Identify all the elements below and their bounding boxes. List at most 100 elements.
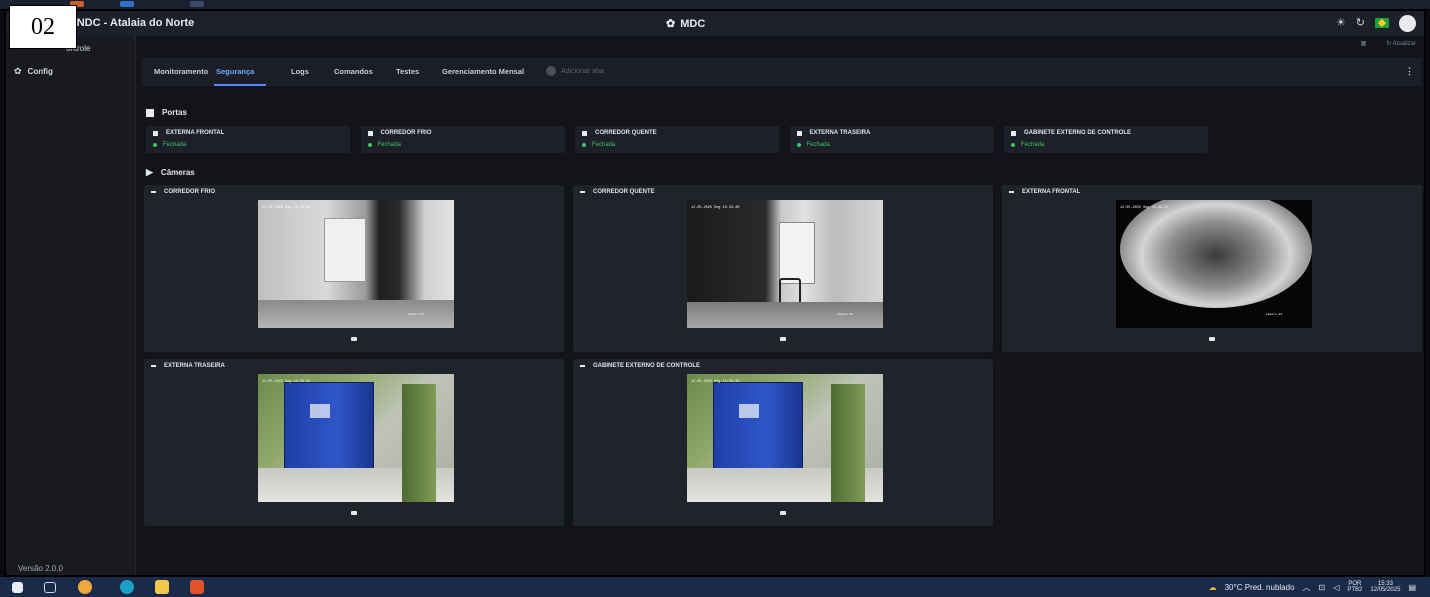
clock[interactable]: 15:33 12/05/2025: [1370, 581, 1400, 593]
camera-feed[interactable]: 12-05-2025 Seg 15:33:27 Camera 03: [1116, 200, 1312, 328]
taskbar: ☁ 30°C Pred. nublado ︿ ⊡ ◁ POR PTB2 15:33…: [0, 577, 1430, 597]
version-label: Versão 2.0.0: [18, 564, 63, 573]
language-indicator[interactable]: POR PTB2: [1347, 581, 1362, 593]
door-icon: [146, 108, 154, 117]
window-icon[interactable]: [190, 1, 204, 7]
tab-comandos[interactable]: Comandos: [334, 67, 373, 76]
more-options-icon[interactable]: ⋮: [1405, 66, 1414, 77]
tab-testes[interactable]: Testes: [396, 67, 419, 76]
door-name: GABINETE EXTERNO DE CONTROLE: [1011, 130, 1131, 136]
camera-name: GABINETE EXTERNO DE CONTROLE: [580, 363, 700, 369]
center-title-text: MDC: [680, 17, 706, 30]
theme-toggle-icon[interactable]: ☀: [1336, 14, 1346, 32]
door-status: Fechada: [367, 142, 401, 148]
volume-icon[interactable]: ◁: [1333, 583, 1339, 592]
camera-controls-icon[interactable]: [780, 337, 786, 341]
add-tab-label: Adicionar aba: [561, 67, 604, 75]
camera-timestamp: 12-05-2025 Seg 15:33:40: [691, 380, 740, 384]
refresh-label: Atualizar: [1392, 41, 1416, 47]
status-dot-icon: [796, 143, 801, 147]
grid-icon[interactable]: ▦: [1361, 40, 1367, 47]
camera-controls-icon[interactable]: [351, 337, 357, 341]
collapse-icon: [151, 191, 156, 193]
tab-logs[interactable]: Logs: [291, 67, 309, 76]
camera-card: EXTERNA FRONTAL 12-05-2025 Seg 15:33:27 Ca…: [1002, 185, 1422, 352]
camera-name: EXTERNA TRASEIRA: [151, 363, 225, 369]
door-icon: [796, 130, 802, 136]
camera-controls-icon[interactable]: [780, 511, 786, 515]
gear-icon: ✿: [14, 66, 22, 76]
camera-name: CORREDOR FRIO: [151, 189, 215, 195]
network-icon[interactable]: ⊡: [1319, 583, 1326, 592]
door-status: Fechada: [582, 142, 615, 148]
app-window: : NDC - Atalaia do Norte ✿ MDC ☀ ↻ ontro…: [4, 9, 1426, 577]
camera-timestamp: 12-05-2025 Seg 15:33:40: [262, 380, 311, 384]
door-status: Fechada: [1011, 142, 1044, 148]
browser-icon[interactable]: [120, 1, 134, 7]
reload-icon[interactable]: ↻: [1356, 14, 1365, 32]
top-toolbar: ▦ ↻ Atualizar: [1361, 40, 1416, 47]
tab-gerenciamento-mensal[interactable]: Gerenciamento Mensal: [442, 67, 524, 76]
camera-timestamp: 12-05-2025 Seg 15:33:27: [1120, 206, 1169, 210]
tab-monitoramento[interactable]: Monitoramento: [154, 67, 208, 76]
camera-card: EXTERNA TRASEIRA 12-05-2025 Seg 15:33:40: [144, 359, 564, 526]
camera-feed[interactable]: 12-05-2025 Seg 15:33:40 Camera 02: [687, 200, 883, 328]
door-icon: [367, 130, 373, 136]
door-card: CORREDOR FRIO Fechada: [360, 126, 565, 153]
weather-icon[interactable]: ☁: [1209, 583, 1217, 592]
cameras-title: Câmeras: [160, 168, 195, 177]
edge-browser-icon[interactable]: [120, 580, 134, 594]
door-card: EXTERNA FRONTAL Fechada: [146, 126, 350, 153]
door-name: CORREDOR QUENTE: [582, 130, 657, 136]
file-explorer-icon[interactable]: [155, 580, 169, 594]
camera-controls-icon[interactable]: [351, 511, 357, 515]
camera-timestamp: 12-05-2025 Seg 15:33:40: [262, 206, 311, 210]
figure-badge: 02: [9, 5, 77, 49]
door-card: GABINETE EXTERNO DE CONTROLE Fechada: [1004, 126, 1208, 153]
camera-card: CORREDOR FRIO 12-05-2025 Seg 15:33:40 Came…: [144, 185, 564, 352]
door-icon: [153, 130, 158, 136]
door-icon: [1011, 130, 1016, 136]
status-dot-icon: [153, 143, 157, 147]
brazil-flag-icon[interactable]: [1375, 18, 1389, 28]
notifications-icon[interactable]: ▤: [1408, 583, 1416, 592]
app-center-title: ✿ MDC: [666, 17, 706, 31]
chevron-up-icon[interactable]: ︿: [1303, 582, 1311, 593]
camera-feed[interactable]: 12-05-2025 Seg 15:33:40: [258, 374, 454, 502]
header-actions: ☀ ↻: [1336, 14, 1416, 32]
weather-text[interactable]: 30°C Pred. nublado: [1225, 583, 1295, 592]
brave-browser-icon[interactable]: [190, 580, 204, 594]
door-name: EXTERNA TRASEIRA: [796, 130, 870, 136]
sidebar-item-config[interactable]: ✿ Config: [14, 66, 53, 77]
status-dot-icon: [582, 143, 586, 147]
camera-label: Camera 02: [836, 313, 853, 316]
camera-feed[interactable]: 12-05-2025 Seg 15:33:40 Camera 01: [258, 200, 454, 328]
task-view-icon[interactable]: [44, 582, 56, 593]
door-name: EXTERNA FRONTAL: [153, 130, 224, 136]
tab-bar: Monitoramento Segurança Logs Comandos Te…: [142, 58, 1422, 86]
windows-start-icon[interactable]: [12, 582, 23, 593]
status-dot-icon: [367, 143, 372, 147]
refresh-button[interactable]: ↻ Atualizar: [1386, 40, 1416, 47]
door-card: CORREDOR QUENTE Fechada: [575, 126, 779, 153]
door-card: EXTERNA TRASEIRA Fechada: [789, 126, 994, 153]
camera-card: CORREDOR QUENTE 12-05-2025 Seg 15:33:40 Ca…: [573, 185, 993, 352]
doors-section-title: Portas: [146, 108, 187, 117]
app-title: : NDC - Atalaia do Norte: [70, 17, 195, 29]
avatar[interactable]: [1399, 14, 1416, 32]
camera-label: Camera 01: [407, 313, 424, 316]
gear-icon: ✿: [666, 18, 676, 30]
cameras-section-title: ▶ Câmeras: [146, 167, 195, 178]
tab-seguranca[interactable]: Segurança: [216, 67, 254, 76]
camera-feed[interactable]: 12-05-2025 Seg 15:33:40: [687, 374, 883, 502]
status-dot-icon: [1011, 143, 1015, 147]
collapse-icon: [1009, 191, 1014, 193]
widgets-icon[interactable]: [78, 580, 92, 594]
door-status: Fechada: [796, 142, 830, 148]
add-tab-button[interactable]: Adicionar aba: [546, 66, 604, 76]
door-icon: [582, 130, 587, 136]
camera-label: Camera 03: [1265, 313, 1282, 316]
door-status: Fechada: [153, 142, 186, 148]
plus-icon: [546, 66, 556, 76]
camera-controls-icon[interactable]: [1209, 337, 1215, 341]
